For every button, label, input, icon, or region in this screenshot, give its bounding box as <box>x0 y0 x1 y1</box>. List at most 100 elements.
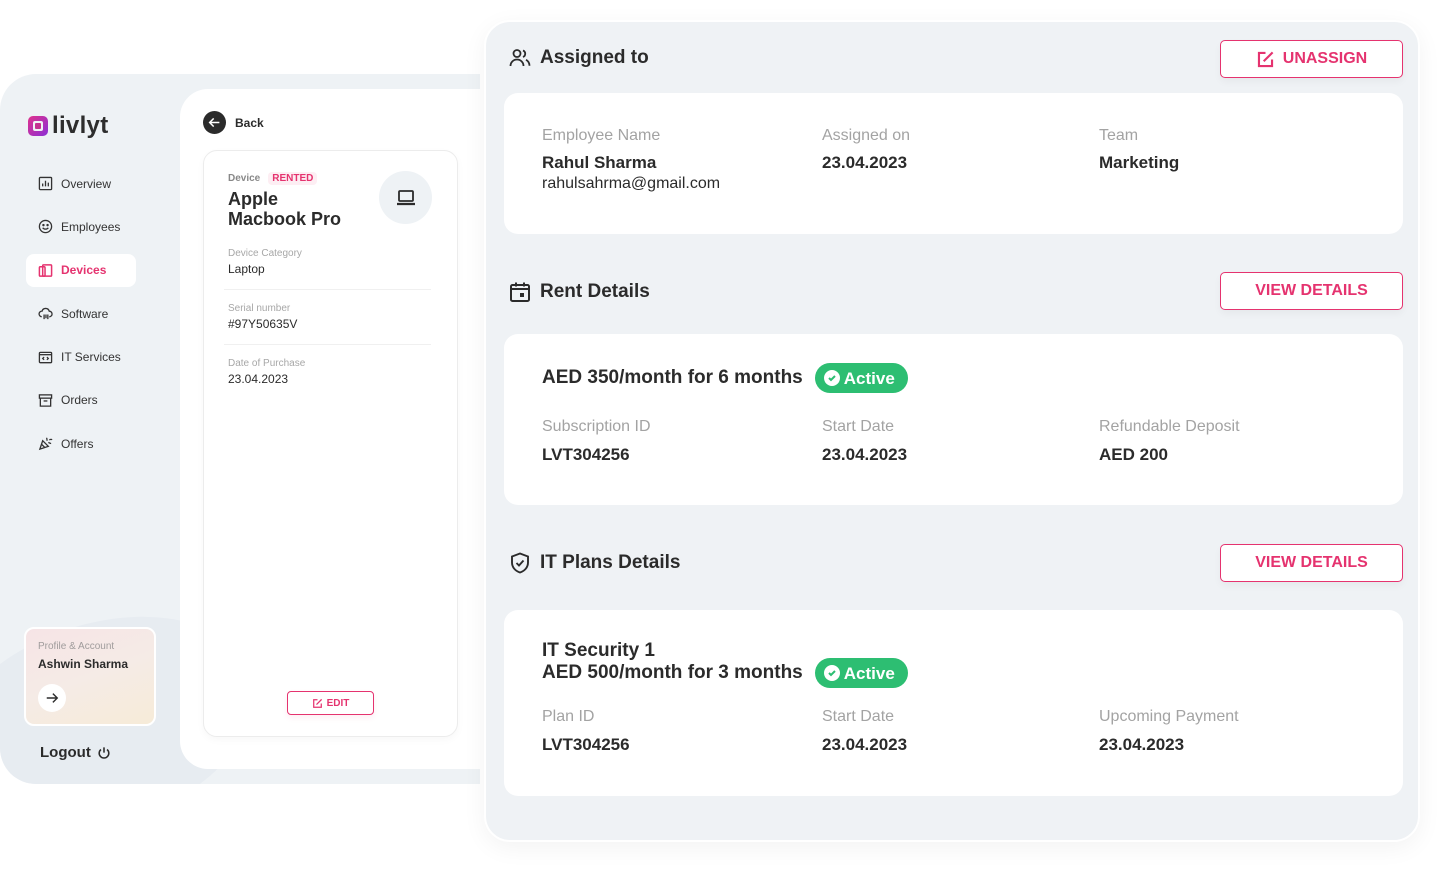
divider <box>224 289 431 290</box>
calendar-icon <box>510 282 530 302</box>
detail-panel: Assigned to UNASSIGN Employee Name Rahul… <box>484 20 1420 842</box>
logo-text: livlyt <box>52 112 109 139</box>
serial-number-field: Serial number #97Y50635V <box>228 303 431 331</box>
unassign-label: UNASSIGN <box>1282 50 1368 67</box>
archive-icon <box>38 394 53 407</box>
assigned-on-field: Assigned on 23.04.2023 <box>822 127 910 173</box>
laptop-icon <box>396 189 415 205</box>
rent-card: AED 350/month for 6 months Active Subscri… <box>504 334 1403 505</box>
sidebar-nav: Overview Employees Devices Software IT S… <box>26 167 136 471</box>
sidebar-item-it-services[interactable]: IT Services <box>26 341 136 374</box>
active-badge: Active <box>814 658 908 688</box>
field-label: Start Date <box>822 708 895 725</box>
section-title: Rent Details <box>540 281 650 302</box>
team-field: Team Marketing <box>1099 127 1179 173</box>
status-badge: RENTED <box>268 172 318 185</box>
field-value: 23.04.2023 <box>822 445 908 464</box>
sidebar-item-devices[interactable]: Devices <box>26 253 136 287</box>
it-plan: AED 500/month for 3 months <box>542 662 803 684</box>
it-plans-section-heading: IT Plans Details <box>508 551 680 575</box>
assigned-card: Employee Name Rahul Sharma rahulsahrma@g… <box>504 93 1403 234</box>
sidebar-item-label: Software <box>61 306 109 321</box>
back-button[interactable]: Back <box>203 111 264 134</box>
profile-card[interactable]: Profile & Account Ashwin Sharma <box>24 627 156 726</box>
subscription-id-field: Subscription ID LVT304256 <box>542 418 651 465</box>
logo-mark-icon <box>28 116 48 136</box>
device-panel: Back Device RENTED Apple Macbook Pro Dev… <box>180 89 480 769</box>
field-label: Team <box>1099 127 1139 144</box>
logout-button[interactable]: Logout <box>40 744 111 761</box>
sidebar-item-overview[interactable]: Overview <box>26 167 136 200</box>
devices-icon <box>38 263 53 277</box>
device-avatar <box>379 171 432 224</box>
sidebar-item-label: IT Services <box>61 350 121 365</box>
edit-label: EDIT <box>326 697 350 709</box>
field-label: Refundable Deposit <box>1099 418 1240 435</box>
cloud-icon <box>38 308 53 320</box>
users-icon <box>509 49 531 67</box>
profile-name: Ashwin Sharma <box>38 657 129 671</box>
profile-label: Profile & Account <box>38 641 115 652</box>
start-date-field: Start Date 23.04.2023 <box>822 418 907 465</box>
field-label: Subscription ID <box>542 418 651 435</box>
sidebar-item-label: Offers <box>61 436 94 451</box>
device-header: Device RENTED Apple Macbook Pro <box>228 172 341 229</box>
employee-name: Rahul Sharma <box>542 153 657 172</box>
section-title: Assigned to <box>540 47 649 68</box>
it-plans-view-details-button[interactable]: VIEW DETAILS <box>1220 544 1403 582</box>
check-circle-icon <box>823 665 840 681</box>
edit-button[interactable]: EDIT <box>287 691 374 715</box>
sidebar-item-employees[interactable]: Employees <box>26 210 136 243</box>
sidebar-item-offers[interactable]: Offers <box>26 427 136 460</box>
profile-open-button[interactable] <box>38 684 66 712</box>
field-value: Marketing <box>1099 153 1180 172</box>
shield-check-icon <box>511 552 529 574</box>
unassign-button[interactable]: UNASSIGN <box>1220 40 1403 78</box>
logo[interactable]: livlyt <box>28 112 109 140</box>
rent-plan-title: AED 350/month for 6 months Active <box>542 363 908 393</box>
sidebar-item-software[interactable]: Software <box>26 297 136 330</box>
logout-label: Logout <box>40 744 91 761</box>
field-label: Start Date <box>822 418 895 435</box>
sidebar-item-label: Overview <box>61 176 112 191</box>
field-label: Plan ID <box>542 708 595 725</box>
edit-icon <box>312 698 322 708</box>
rent-view-details-button[interactable]: VIEW DETAILS <box>1220 272 1403 310</box>
field-label: Serial number <box>228 303 291 314</box>
sidebar-item-orders[interactable]: Orders <box>26 384 136 417</box>
field-label: Device Category <box>228 248 302 259</box>
status-label: Active <box>843 368 895 388</box>
plan-id-field: Plan ID LVT304256 <box>542 708 630 755</box>
rent-plan: AED 350/month for 6 months <box>542 367 803 389</box>
rent-section-heading: Rent Details <box>508 280 650 304</box>
status-label: Active <box>843 663 895 683</box>
it-plans-card: IT Security 1 AED 500/month for 3 months… <box>504 610 1403 796</box>
field-label: Employee Name <box>542 127 661 144</box>
device-category-field: Device Category Laptop <box>228 248 431 276</box>
code-window-icon <box>38 351 53 363</box>
field-value: 23.04.2023 <box>228 372 289 386</box>
device-name-line2: Macbook Pro <box>228 209 342 229</box>
employee-email[interactable]: rahulsahrma@gmail.com <box>542 175 720 193</box>
divider <box>224 344 431 345</box>
field-value: AED 200 <box>1099 445 1168 464</box>
it-plan-title: AED 500/month for 3 months Active <box>542 658 908 688</box>
view-details-label: VIEW DETAILS <box>1255 282 1368 299</box>
assigned-section-heading: Assigned to <box>508 46 649 70</box>
start-date-field: Start Date 23.04.2023 <box>822 708 907 755</box>
device-name-line1: Apple <box>228 189 279 209</box>
upcoming-payment-field: Upcoming Payment 23.04.2023 <box>1099 708 1239 755</box>
section-title: IT Plans Details <box>540 552 681 573</box>
field-value: 23.04.2023 <box>822 153 908 172</box>
field-value: LVT304256 <box>542 735 630 754</box>
purchase-date-field: Date of Purchase 23.04.2023 <box>228 358 431 386</box>
power-icon <box>98 746 110 759</box>
sidebar-item-label: Orders <box>61 393 98 408</box>
edit-icon <box>1257 51 1274 67</box>
back-arrow-icon <box>203 111 226 134</box>
party-popper-icon <box>38 437 53 451</box>
refundable-deposit-field: Refundable Deposit AED 200 <box>1099 418 1240 465</box>
device-card: Device RENTED Apple Macbook Pro Device C… <box>203 150 458 737</box>
smiley-icon <box>38 220 53 234</box>
field-value: 23.04.2023 <box>822 735 908 754</box>
